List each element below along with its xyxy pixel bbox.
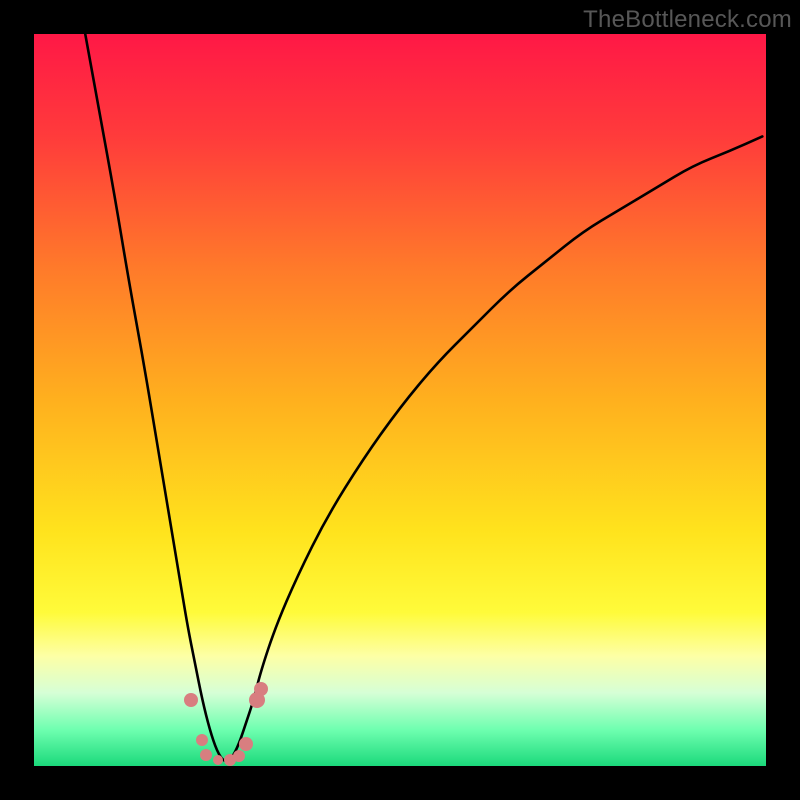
watermark-text: TheBottleneck.com bbox=[583, 6, 792, 34]
data-point-marker bbox=[239, 737, 253, 751]
data-point-marker bbox=[213, 755, 223, 765]
chart-frame: TheBottleneck.com bbox=[0, 0, 800, 800]
data-point-marker bbox=[196, 734, 208, 746]
data-point-marker bbox=[254, 682, 268, 696]
data-point-markers bbox=[34, 34, 766, 766]
data-point-marker bbox=[200, 749, 212, 761]
data-point-marker bbox=[233, 750, 245, 762]
chart-plot-area bbox=[34, 34, 766, 766]
data-point-marker bbox=[184, 693, 198, 707]
